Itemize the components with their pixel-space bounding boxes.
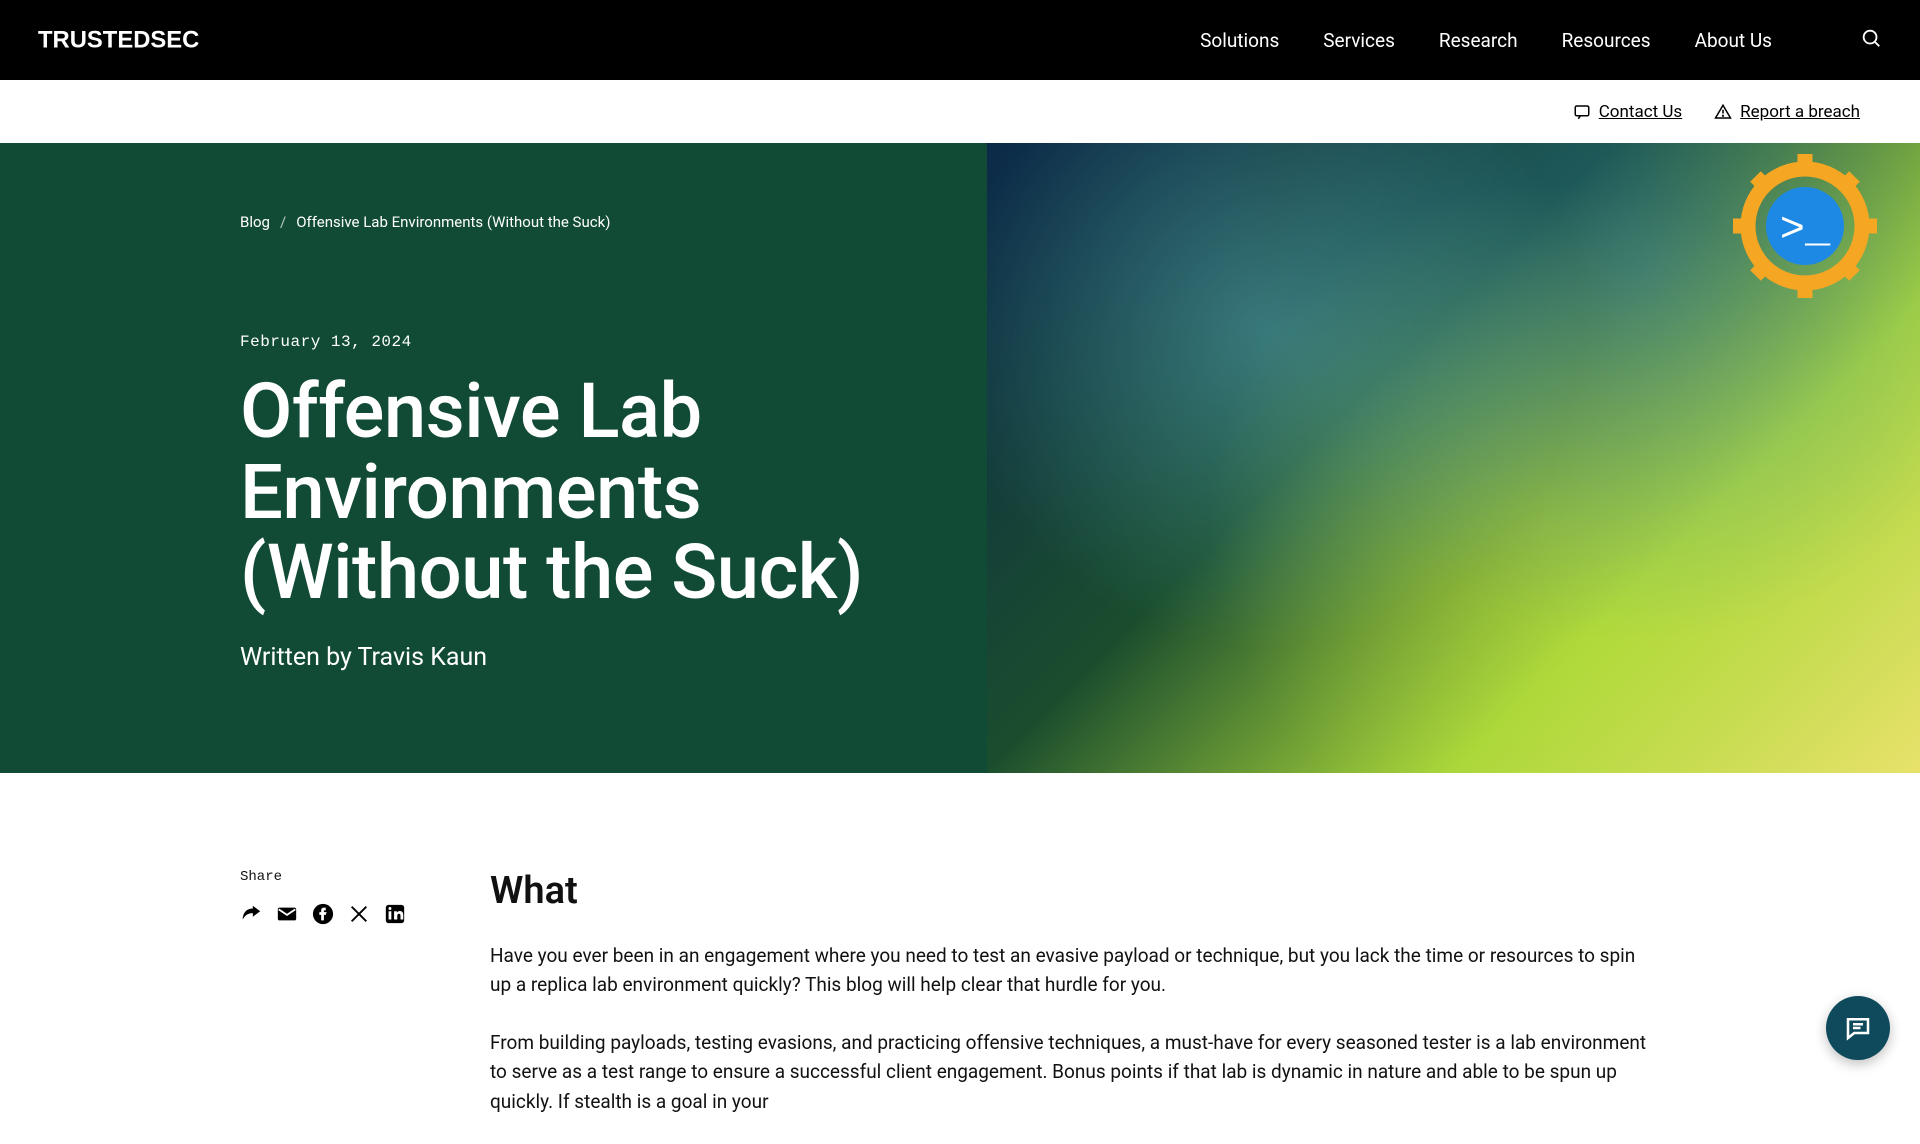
share-arrow-icon <box>240 903 262 925</box>
hero: Blog / Offensive Lab Environments (Witho… <box>0 143 1920 773</box>
top-nav: TRUSTEDSEC Solutions Services Research R… <box>0 0 1920 80</box>
svg-text:TRUSTEDSEC: TRUSTEDSEC <box>38 26 199 53</box>
breadcrumb-separator: / <box>280 213 286 231</box>
hero-image: >_ <box>987 143 1920 773</box>
share-native-button[interactable] <box>240 903 262 925</box>
share-facebook-button[interactable] <box>312 903 334 925</box>
chat-bubble-icon <box>1843 1013 1873 1043</box>
contact-us-label: Contact Us <box>1599 102 1682 122</box>
nav-solutions[interactable]: Solutions <box>1200 29 1279 52</box>
search-button[interactable] <box>1860 27 1882 53</box>
breadcrumb-root[interactable]: Blog <box>240 213 270 231</box>
report-breach-link[interactable]: Report a breach <box>1714 102 1860 122</box>
contact-us-link[interactable]: Contact Us <box>1573 102 1682 122</box>
email-icon <box>276 903 298 925</box>
article-paragraph: From building payloads, testing evasions… <box>490 1028 1650 1116</box>
breadcrumb-current: Offensive Lab Environments (Without the … <box>296 213 610 231</box>
share-icons <box>240 903 410 925</box>
chat-widget-button[interactable] <box>1826 996 1890 1060</box>
report-breach-label: Report a breach <box>1740 102 1860 122</box>
facebook-icon <box>312 903 334 925</box>
share-linkedin-button[interactable] <box>384 903 406 925</box>
linkedin-icon <box>384 903 406 925</box>
breadcrumb: Blog / Offensive Lab Environments (Witho… <box>240 213 927 231</box>
nav-research[interactable]: Research <box>1439 29 1518 52</box>
x-twitter-icon <box>348 903 370 925</box>
article-body: Share What Have you ever been in an enga… <box>0 773 1920 1144</box>
chat-icon <box>1573 103 1591 121</box>
gear-badge-icon: >_ <box>1730 151 1880 301</box>
share-column: Share <box>240 869 410 1144</box>
share-email-button[interactable] <box>276 903 298 925</box>
hero-text-panel: Blog / Offensive Lab Environments (Witho… <box>0 143 987 773</box>
nav-about[interactable]: About Us <box>1695 29 1772 52</box>
share-x-button[interactable] <box>348 903 370 925</box>
brand-logo[interactable]: TRUSTEDSEC <box>38 26 276 54</box>
nav-services[interactable]: Services <box>1323 29 1395 52</box>
share-label: Share <box>240 869 410 885</box>
svg-text:>_: >_ <box>1780 206 1831 254</box>
article-paragraph: Have you ever been in an engagement wher… <box>490 941 1650 1000</box>
post-date: February 13, 2024 <box>240 333 927 351</box>
primary-nav: Solutions Services Research Resources Ab… <box>1200 27 1882 53</box>
alert-icon <box>1714 103 1732 121</box>
nav-resources[interactable]: Resources <box>1562 29 1651 52</box>
search-icon <box>1860 27 1882 49</box>
post-byline: Written by Travis Kaun <box>240 643 927 672</box>
article-content: What Have you ever been in an engagement… <box>490 869 1650 1144</box>
trustedsec-logo-icon: TRUSTEDSEC <box>38 26 276 54</box>
post-title: Offensive Lab Environments (Without the … <box>240 371 927 613</box>
section-heading-what: What <box>490 869 1650 913</box>
sub-nav: Contact Us Report a breach <box>0 80 1920 143</box>
